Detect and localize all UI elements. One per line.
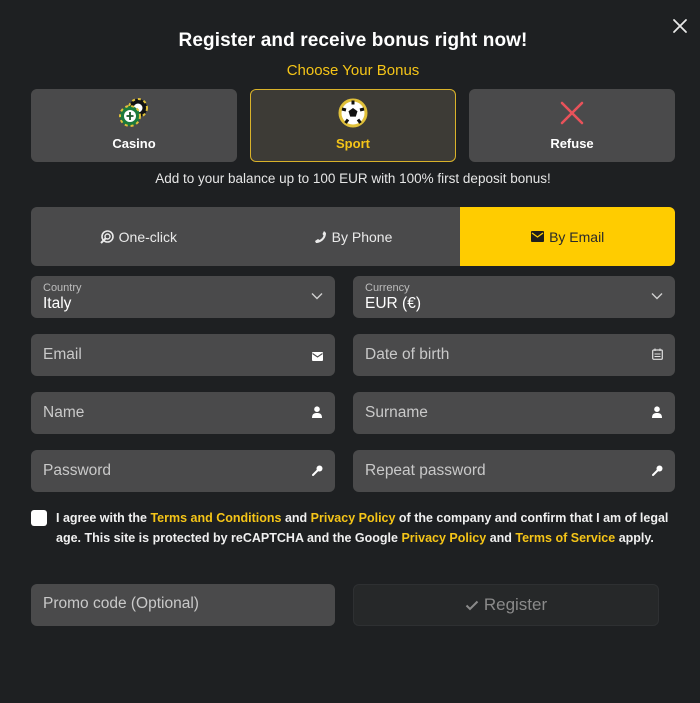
key-icon bbox=[311, 464, 323, 476]
promo-code-field[interactable]: Promo code (Optional) bbox=[31, 584, 335, 626]
envelope-icon bbox=[531, 231, 545, 242]
terms-of-service-link[interactable]: Terms of Service bbox=[515, 531, 615, 545]
calendar-icon bbox=[651, 348, 663, 360]
casino-chips-icon bbox=[117, 96, 151, 130]
tab-label: By Email bbox=[549, 228, 605, 245]
privacy-policy-link[interactable]: Privacy Policy bbox=[311, 511, 396, 525]
agreement-text-part: and bbox=[486, 530, 516, 545]
chevron-down-icon bbox=[651, 293, 663, 300]
user-icon bbox=[651, 406, 663, 418]
country-value: Italy bbox=[43, 295, 72, 312]
email-placeholder: Email bbox=[43, 346, 82, 363]
bonus-label: Sport bbox=[336, 136, 370, 151]
envelope-icon bbox=[311, 350, 323, 362]
bonus-option-casino[interactable]: Casino bbox=[31, 89, 237, 162]
promo-code-placeholder: Promo code (Optional) bbox=[43, 595, 199, 612]
key-icon bbox=[651, 464, 663, 476]
register-button[interactable]: Register bbox=[353, 584, 659, 626]
tab-label: One-click bbox=[118, 228, 178, 245]
choose-bonus-subtitle: Choose Your Bonus bbox=[286, 62, 420, 79]
soccer-ball-icon bbox=[336, 96, 370, 130]
terms-and-conditions-link[interactable]: Terms and Conditions bbox=[150, 511, 281, 525]
name-field[interactable]: Name bbox=[31, 392, 335, 434]
register-label: Register bbox=[483, 595, 548, 614]
repeat-password-field[interactable]: Repeat password bbox=[353, 450, 675, 492]
phone-icon bbox=[314, 230, 326, 243]
bonus-option-refuse[interactable]: Refuse bbox=[469, 89, 675, 162]
surname-field[interactable]: Surname bbox=[353, 392, 675, 434]
tab-one-click[interactable]: One-click bbox=[31, 207, 246, 266]
repeat-password-placeholder: Repeat password bbox=[365, 462, 486, 479]
surname-placeholder: Surname bbox=[365, 404, 428, 421]
user-icon bbox=[311, 406, 323, 418]
agreement-text-part: apply. bbox=[615, 530, 654, 545]
tab-by-email[interactable]: By Email bbox=[460, 207, 675, 266]
password-placeholder: Password bbox=[43, 462, 112, 479]
date-of-birth-placeholder: Date of birth bbox=[365, 346, 450, 363]
bonus-label: Casino bbox=[112, 136, 156, 151]
date-of-birth-field[interactable]: Date of birth bbox=[353, 334, 675, 376]
red-x-icon bbox=[555, 96, 589, 130]
currency-label: Currency bbox=[365, 282, 410, 294]
one-click-icon bbox=[99, 229, 114, 244]
agree-checkbox[interactable] bbox=[31, 510, 47, 526]
bonus-description: Add to your balance up to 100 EUR with 1… bbox=[155, 171, 551, 186]
currency-select[interactable]: Currency EUR (€) bbox=[353, 276, 675, 318]
password-field[interactable]: Password bbox=[31, 450, 335, 492]
agreement-text-part: and bbox=[281, 511, 311, 525]
google-privacy-policy-link[interactable]: Privacy Policy bbox=[401, 531, 486, 545]
bonus-options: Casino Sport Refuse bbox=[31, 89, 675, 162]
modal-title: Register and receive bonus right now! bbox=[178, 30, 528, 51]
checkmark-icon bbox=[465, 600, 479, 610]
email-field[interactable]: Email bbox=[31, 334, 335, 376]
country-label: Country bbox=[43, 282, 82, 294]
chevron-down-icon bbox=[311, 293, 323, 300]
bonus-option-sport[interactable]: Sport bbox=[250, 89, 456, 162]
agreement-text: I agree with the Terms and Conditions an… bbox=[56, 509, 676, 548]
agreement-text-part: I agree with the bbox=[56, 511, 151, 525]
name-placeholder: Name bbox=[43, 404, 85, 421]
tab-by-phone[interactable]: By Phone bbox=[246, 207, 461, 266]
tab-label: By Phone bbox=[331, 228, 393, 245]
registration-method-tabs: One-click By Phone By Email bbox=[31, 207, 675, 266]
bonus-label: Refuse bbox=[550, 136, 594, 151]
currency-value: EUR (€) bbox=[365, 295, 421, 312]
country-select[interactable]: Country Italy bbox=[31, 276, 335, 318]
